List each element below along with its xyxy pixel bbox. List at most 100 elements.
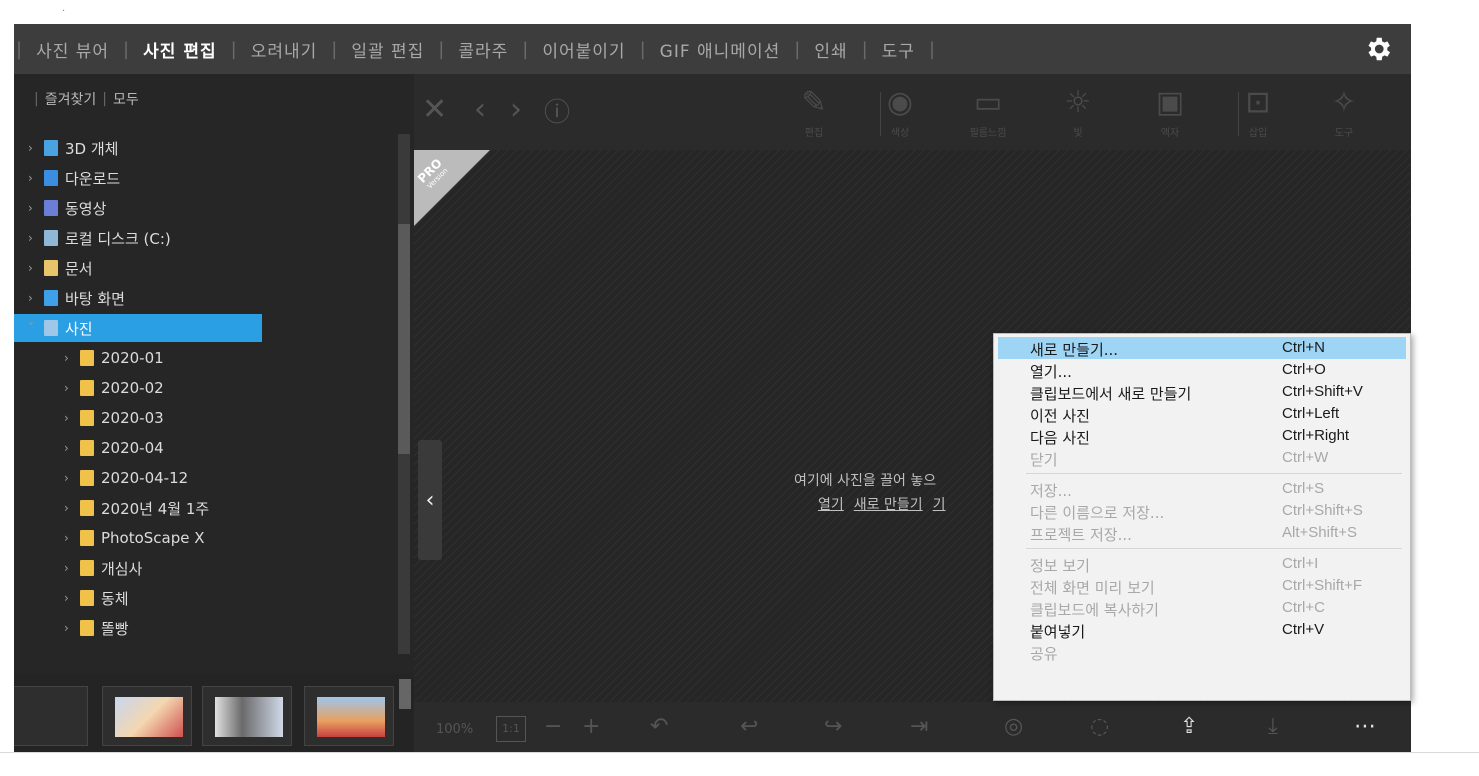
chevron-right-icon[interactable]: › [64,351,80,365]
nav-item[interactable]: 사진 편집 [131,37,228,62]
tree-item[interactable]: › 로컬 디스크 (C:) [14,224,394,252]
collapse-panel-button[interactable]: ‹ [418,440,442,560]
tree-item[interactable]: › 바탕 화면 [14,284,394,312]
tool-button[interactable]: ▣ 액자 [1140,86,1200,140]
menu-item[interactable]: 클립보드에 복사하기 Ctrl+C [998,597,1406,619]
tree-item[interactable]: › 개심사 [14,554,394,582]
favorites-separator: | [102,91,107,107]
menu-item[interactable]: 새로 만들기... Ctrl+N [998,337,1406,359]
tree-item[interactable]: › PhotoScape X [14,524,394,552]
tree-item[interactable]: ˅ 사진 [14,314,262,342]
all-tab[interactable]: 모두 [113,89,139,109]
menu-item[interactable]: 열기... Ctrl+O [998,359,1406,381]
tree-item[interactable]: › 동영상 [14,194,394,222]
more-icon[interactable]: ⋯ [1354,714,1376,739]
chevron-right-icon[interactable]: › [64,411,80,425]
menu-item[interactable]: 닫기 Ctrl+W [998,447,1406,469]
chevron-right-icon[interactable]: › [28,141,44,155]
tree-item[interactable]: › 2020-04 [14,434,394,462]
rotate-left-icon[interactable]: ↶ [650,714,668,739]
next-icon[interactable]: › [510,92,522,127]
tool-button[interactable]: ◉ 색상 [870,86,930,140]
tool-button[interactable]: ✧ 도구 [1314,86,1374,140]
chevron-right-icon[interactable]: › [64,591,80,605]
nav-item[interactable]: 인쇄 [802,37,859,62]
settings-button[interactable] [1363,34,1393,64]
close-icon[interactable]: ✕ [422,92,447,127]
chevron-right-icon[interactable]: › [64,621,80,635]
thumbnail-scroll-thumb[interactable] [399,679,411,709]
chevron-right-icon[interactable]: › [28,231,44,245]
tree-item-label: 개심사 [101,559,143,578]
chevron-right-icon[interactable]: › [64,501,80,515]
drop-link[interactable]: 열기 [818,497,844,513]
tree-item[interactable]: › 2020년 4월 1주 [14,494,394,522]
save-icon[interactable]: ⤓ [1268,714,1278,739]
effect-icon[interactable]: ◌ [1090,714,1109,739]
tree-item[interactable]: › 문서 [14,254,394,282]
nav-item[interactable]: 오려내기 [239,37,330,62]
redo-all-icon[interactable]: ⇥ [910,714,928,739]
zoom-ratio-button[interactable]: 1:1 [496,716,526,742]
nav-item[interactable]: 이어붙이기 [530,37,637,62]
menu-item-label: 정보 보기 [1030,557,1090,575]
tool-button[interactable]: ✎ 편집 [784,86,844,140]
chevron-right-icon[interactable]: › [28,201,44,215]
previous-icon[interactable]: ‹ [474,92,486,127]
nav-item[interactable]: GIF 애니메이션 [648,37,793,62]
nav-item[interactable]: 일괄 편집 [339,37,436,62]
menu-item[interactable]: 공유 [998,641,1406,663]
menu-item[interactable]: 이전 사진 Ctrl+Left [998,403,1406,425]
menu-item[interactable]: 저장... Ctrl+S [998,478,1406,500]
tree-item-label: 사진 [65,319,93,338]
menu-item[interactable]: 정보 보기 Ctrl+I [998,553,1406,575]
tree-item[interactable]: › 다운로드 [14,164,394,192]
drop-link[interactable]: 새로 만들기 [854,497,923,513]
menu-item[interactable]: 전체 화면 미리 보기 Ctrl+Shift+F [998,575,1406,597]
menu-item[interactable]: 클립보드에서 새로 만들기 Ctrl+Shift+V [998,381,1406,403]
info-icon[interactable]: ⓘ [544,92,570,129]
zoom-level[interactable]: 100% [436,722,473,737]
chevron-right-icon[interactable]: › [28,291,44,305]
drop-link[interactable]: 기 [933,497,946,513]
tool-button[interactable]: ☼ 빛 [1048,86,1108,140]
tree-item[interactable]: › 3D 개체 [14,134,394,162]
redo-icon[interactable]: ↪ [824,714,842,739]
tree-item[interactable]: › 2020-02 [14,374,394,402]
tree-scroll-thumb[interactable] [398,224,410,454]
tree-item[interactable]: › 동체 [14,584,394,612]
tree-item[interactable]: › 2020-03 [14,404,394,432]
tree-item[interactable]: › 2020-04-12 [14,464,394,492]
nav-item[interactable]: 사진 뷰어 [24,37,121,62]
zoom-out-icon[interactable]: − [544,714,562,739]
thumbnail[interactable] [304,686,394,746]
favorites-tab[interactable]: 즐겨찾기 [45,89,97,109]
zoom-in-icon[interactable]: + [582,714,600,739]
chevron-right-icon[interactable]: › [64,441,80,455]
nav-separator: | [438,38,445,60]
tree-item[interactable]: › 똘빵 [14,614,394,642]
tree-item-label: 바탕 화면 [65,289,125,308]
menu-item[interactable]: 다른 이름으로 저장... Ctrl+Shift+S [998,500,1406,522]
tool-button[interactable]: ⊡ 삽입 [1228,86,1288,140]
nav-item[interactable]: 도구 [870,37,927,62]
chevron-down-icon[interactable]: ˅ [28,321,44,335]
share-icon[interactable]: ⇪ [1180,714,1198,739]
menu-item[interactable]: 프로젝트 저장... Alt+Shift+S [998,522,1406,544]
thumbnail[interactable] [202,686,292,746]
thumbnail[interactable] [14,686,88,746]
tool-button[interactable]: ▭ 필름느낌 [958,86,1018,140]
chevron-right-icon[interactable]: › [64,381,80,395]
chevron-right-icon[interactable]: › [64,561,80,575]
chevron-right-icon[interactable]: › [28,261,44,275]
thumbnail[interactable] [102,686,192,746]
nav-item[interactable]: 콜라주 [446,37,520,62]
compare-icon[interactable]: ◎ [1004,714,1023,739]
chevron-right-icon[interactable]: › [64,531,80,545]
chevron-right-icon[interactable]: › [28,171,44,185]
menu-item[interactable]: 붙여넣기 Ctrl+V [998,619,1406,641]
undo-icon[interactable]: ↩ [740,714,758,739]
chevron-right-icon[interactable]: › [64,471,80,485]
menu-item[interactable]: 다음 사진 Ctrl+Right [998,425,1406,447]
tree-item[interactable]: › 2020-01 [14,344,394,372]
